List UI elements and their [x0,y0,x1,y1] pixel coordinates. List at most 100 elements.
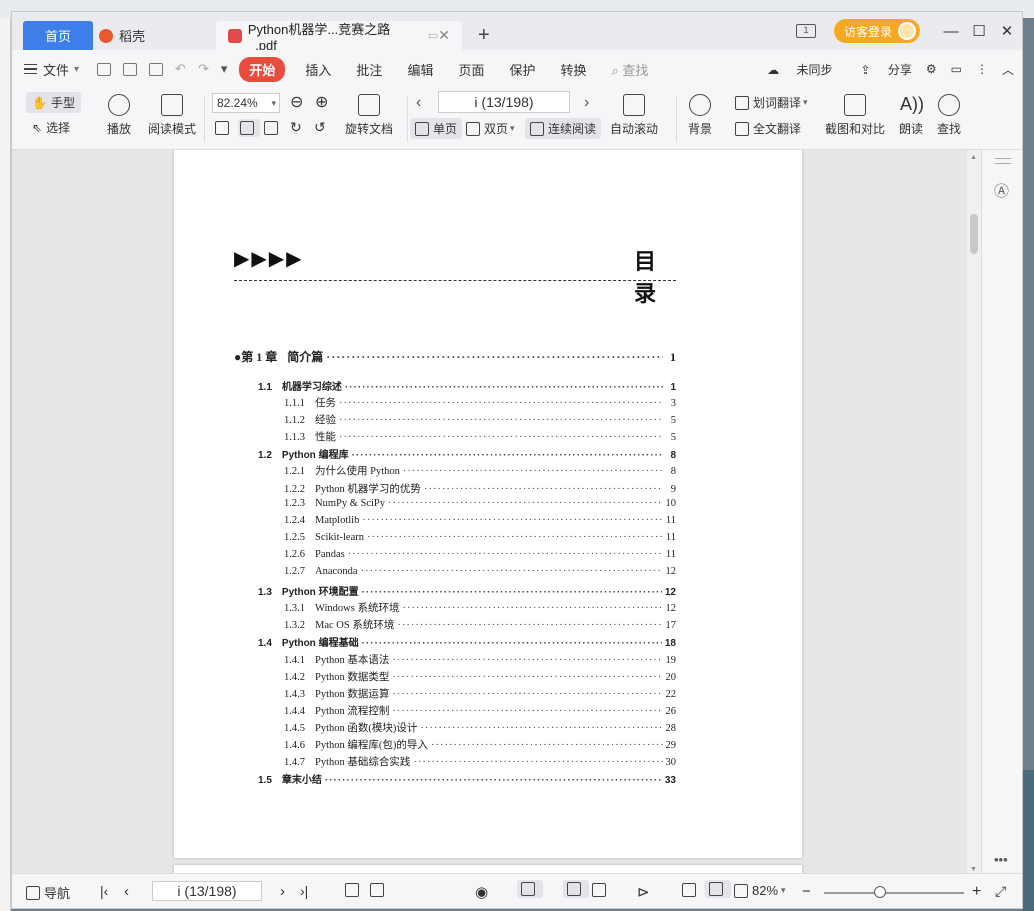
forward-view-button[interactable] [370,883,388,897]
status-zoom-select[interactable]: 82% ▾ [734,883,786,898]
fit-page-button[interactable] [238,119,260,137]
toc-section-row[interactable]: 1.1 机器学习综述 1 [234,378,676,395]
single-page-button[interactable]: 单页 [410,118,463,139]
status-single-page-button[interactable] [563,880,589,898]
hand-tool-button[interactable]: ✋ 手型 [26,92,81,113]
rotate-document-button[interactable]: 旋转文档 [345,94,393,137]
status-zoom-in-button[interactable]: + [972,883,981,901]
navigation-button[interactable]: 导航 [26,883,70,902]
print-icon[interactable] [149,62,164,76]
comment-icon[interactable]: ▭ [951,62,962,76]
zoom-in-button[interactable]: ⊕ [315,92,328,112]
save-icon[interactable] [123,62,138,76]
zoom-slider-handle[interactable] [874,886,886,898]
minimize-button[interactable]: — [938,23,964,40]
rotate-left-button[interactable]: ↻ [290,119,302,136]
redo-icon[interactable]: ↷ [198,61,209,77]
close-button[interactable]: ✕ [994,22,1020,40]
tab-close-icon[interactable]: ✕ [438,27,450,44]
zoom-out-button[interactable]: ⊖ [290,92,303,112]
next-page-button[interactable]: › [584,94,589,112]
actual-size-button[interactable] [215,121,233,135]
status-next-page-button[interactable]: › [280,883,285,900]
toc-subsection-row[interactable]: 1.4.2 Python 数据类型 20 [234,669,676,686]
menu-edit[interactable]: 编辑 [407,60,433,79]
scrollbar-thumb[interactable] [970,214,978,254]
scroll-up-icon[interactable]: ▲ [970,154,977,161]
toc-subsection-row[interactable]: 1.4.4 Python 流程控制 26 [234,703,676,720]
guest-login-button[interactable]: 访客登录 [833,19,920,43]
toc-subsection-row[interactable]: 1.2.6 Pandas 11 [234,549,676,566]
menu-protect[interactable]: 保护 [509,60,535,79]
settings-icon[interactable]: ⚙ [926,62,937,76]
continuous-read-button[interactable]: 连续阅读 [525,118,602,139]
document-viewport[interactable]: ▶▶▶▶ 目录 ●第 1 章简介篇11.1机器学习综述11.1.1任务31.1.… [12,150,967,873]
quick-access-dropdown-icon[interactable]: ▾ [221,61,228,77]
background-button[interactable]: 背景 [688,94,712,137]
more-options-icon[interactable]: ••• [994,852,1008,867]
toc-subsection-row[interactable]: 1.4.3 Python 数据运算 22 [234,686,676,703]
page-view-icon[interactable]: 1 [795,24,816,38]
sync-status[interactable]: ☁ 未同步 [753,61,832,78]
toc-subsection-row[interactable]: 1.4.1 Python 基本语法 19 [234,652,676,669]
collapse-ribbon-icon[interactable]: ︿ [1002,61,1014,78]
fit-width-button[interactable] [264,121,282,135]
status-fit-page-button[interactable] [705,880,731,898]
menu-annotate[interactable]: 批注 [356,60,382,79]
play-button[interactable]: 播放 [107,94,131,137]
toc-subsection-row[interactable]: 1.2.5 Scikit-learn 11 [234,532,676,549]
status-page-input[interactable]: i (13/198) [152,881,262,901]
read-mode-button[interactable]: 阅读模式 [148,94,196,137]
word-translate-button[interactable]: 划词翻译 ▾ [735,94,808,111]
maximize-button[interactable]: ☐ [966,22,992,40]
toc-section-row[interactable]: 1.3 Python 环境配置 12 [234,583,676,600]
menu-start[interactable]: 开始 [239,56,286,82]
new-tab-button[interactable]: + [478,24,490,47]
toc-section-row[interactable]: 1.2 Python 编程库 8 [234,446,676,463]
status-zoom-out-button[interactable]: − [802,883,811,900]
read-aloud-button[interactable]: A)) 朗读 [899,94,924,137]
toc-subsection-row[interactable]: 1.2.3 NumPy & SciPy 10 [234,498,676,515]
menu-convert[interactable]: 转换 [560,60,586,79]
back-view-button[interactable] [345,883,363,897]
toc-subsection-row[interactable]: 1.1.2 经验 5 [234,412,676,429]
screenshot-compare-button[interactable]: 截图和对比 [825,94,885,137]
toc-chapter-row[interactable]: ●第 1 章简介篇 1 [234,348,676,376]
full-translate-button[interactable]: 全文翻译 [735,120,801,137]
menu-insert[interactable]: 插入 [305,60,331,79]
status-continuous-button[interactable] [517,880,543,898]
open-folder-icon[interactable] [97,62,112,76]
zoom-slider-track[interactable] [824,892,964,894]
translate-panel-icon[interactable]: Ⓐ [994,180,1009,201]
more-icon[interactable]: ⋮ [976,62,988,76]
toc-section-row[interactable]: 1.4 Python 编程基础 18 [234,634,676,651]
status-play-button[interactable]: ⊳ [637,883,650,901]
tab-daoke[interactable]: 稻壳 [87,21,215,50]
tab-document[interactable]: Python机器学...竞赛之路_.pdf ▭ ✕ [216,21,462,53]
share-button[interactable]: ⇪ 分享 [846,61,911,78]
menu-search[interactable]: ⌕ 查找 [612,60,649,79]
tab-home[interactable]: 首页 [23,21,93,50]
toc-section-row[interactable]: 1.5 章末小结 33 [234,771,676,788]
tab-pin-icon[interactable]: ▭ [428,29,438,42]
status-actual-size-button[interactable] [682,883,700,897]
page-number-input[interactable]: i (13/198) [438,91,570,113]
toc-subsection-row[interactable]: 1.3.1 Windows 系统环境 12 [234,600,676,617]
status-double-page-button[interactable] [592,883,610,897]
file-menu[interactable]: 文件 ▾ [24,60,79,79]
zoom-select[interactable]: 82.24% ▾ [212,93,280,113]
last-page-button[interactable]: ›| [300,883,308,899]
toc-subsection-row[interactable]: 1.4.5 Python 函数(模块)设计 28 [234,720,676,737]
prev-page-button[interactable]: ‹ [416,94,421,112]
panel-handle-icon[interactable] [995,158,1011,164]
eye-care-button[interactable]: ◉ [475,883,488,901]
toc-subsection-row[interactable]: 1.3.2 Mac OS 系统环境 17 [234,617,676,634]
toc-subsection-row[interactable]: 1.1.3 性能 5 [234,429,676,446]
fullscreen-button[interactable]: ⤢ [995,883,1006,900]
toc-subsection-row[interactable]: 1.2.2 Python 机器学习的优势 9 [234,481,676,498]
select-tool-button[interactable]: ⇖ 选择 [32,119,70,136]
rotate-right-button[interactable]: ↺ [314,119,326,136]
toc-subsection-row[interactable]: 1.4.6 Python 编程库(包)的导入 29 [234,737,676,754]
toc-subsection-row[interactable]: 1.4.7 Python 基础综合实践 30 [234,754,676,771]
status-prev-page-button[interactable]: ‹ [124,883,129,900]
